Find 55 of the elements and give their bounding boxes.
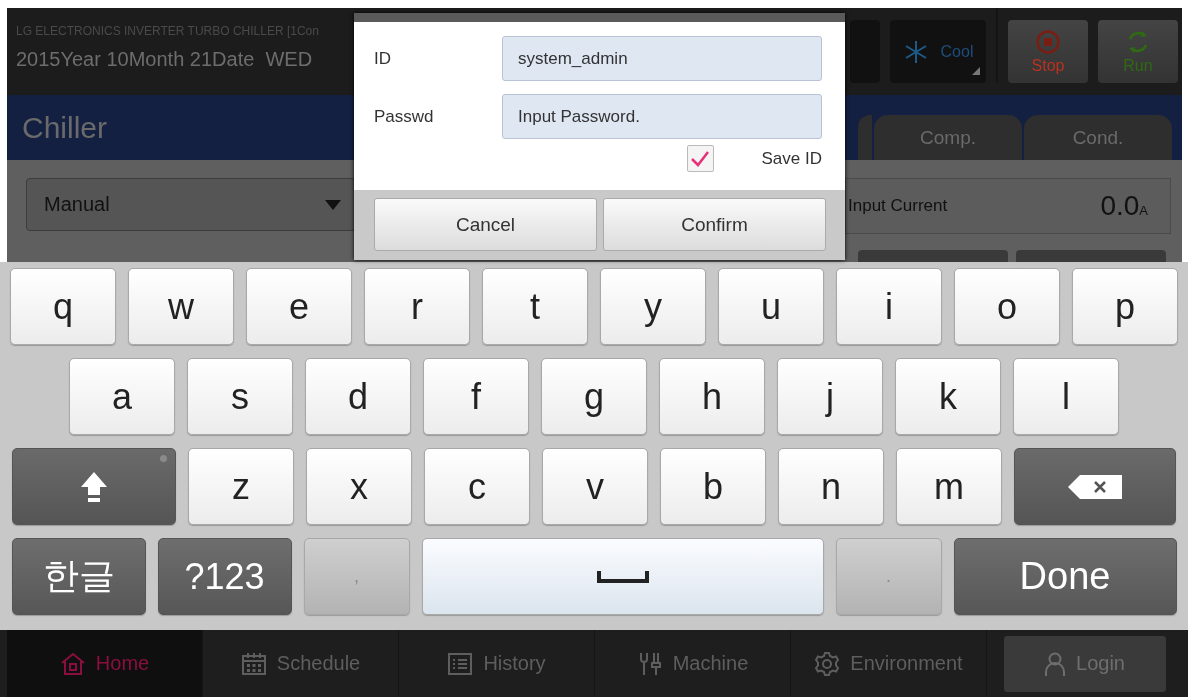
- key[interactable]: e: [246, 268, 352, 345]
- page-title: Chiller: [21, 111, 108, 146]
- field-label: ID: [374, 48, 392, 69]
- key[interactable]: f: [423, 358, 529, 435]
- checkbox-label: Save ID: [761, 148, 822, 169]
- password-field[interactable]: Input Password.: [502, 94, 822, 139]
- gear-icon: [814, 650, 841, 677]
- key[interactable]: i: [836, 268, 942, 345]
- space-icon: [596, 570, 649, 583]
- key[interactable]: x: [306, 448, 412, 525]
- key[interactable]: ?123: [157, 538, 292, 615]
- key[interactable]: p: [1072, 268, 1178, 345]
- key[interactable]: u: [718, 268, 824, 345]
- key[interactable]: c: [424, 448, 530, 525]
- indicator-dot: [160, 455, 167, 462]
- id-field[interactable]: system_admin: [502, 36, 822, 81]
- cancel-button[interactable]: Cancel: [374, 198, 597, 251]
- dropdown-arrow-icon: [325, 199, 341, 210]
- shift-key[interactable]: [12, 448, 176, 525]
- key[interactable]: l: [1013, 358, 1119, 435]
- key[interactable]: j: [777, 358, 883, 435]
- backspace-key[interactable]: [1014, 448, 1176, 525]
- person-icon: [1044, 651, 1067, 676]
- key[interactable]: z: [188, 448, 294, 525]
- reading-label: Input Current: [848, 196, 948, 216]
- key[interactable]: k: [895, 358, 1001, 435]
- key[interactable]: y: [600, 268, 706, 345]
- confirm-button[interactable]: Confirm: [603, 198, 826, 251]
- backspace-icon: [1068, 474, 1122, 499]
- key[interactable]: h: [659, 358, 765, 435]
- key[interactable]: n: [778, 448, 884, 525]
- key[interactable]: m: [896, 448, 1002, 525]
- key[interactable]: s: [187, 358, 293, 435]
- key[interactable]: q: [10, 268, 116, 345]
- list-icon: [447, 651, 474, 676]
- done-key[interactable]: Done: [953, 538, 1177, 615]
- date-text: 2015Year 10Month 21Date WED: [16, 48, 314, 71]
- key[interactable]: r: [364, 268, 470, 345]
- key[interactable]: v: [542, 448, 648, 525]
- reading-value: 0.0A: [1100, 190, 1148, 222]
- checkbox[interactable]: [686, 145, 714, 172]
- calendar-icon: [240, 651, 267, 676]
- key[interactable]: t: [482, 268, 588, 345]
- key[interactable]: 한글: [11, 538, 146, 615]
- stop-icon: [1035, 28, 1061, 55]
- key[interactable]: g: [541, 358, 647, 435]
- key[interactable]: d: [305, 358, 411, 435]
- corner-icon: [972, 67, 980, 75]
- field-label: Passwd: [374, 106, 435, 127]
- key[interactable]: a: [69, 358, 175, 435]
- key[interactable]: w: [128, 268, 234, 345]
- key[interactable]: o: [954, 268, 1060, 345]
- space-key[interactable]: [421, 538, 824, 615]
- key[interactable]: b: [660, 448, 766, 525]
- home-icon: [59, 651, 86, 676]
